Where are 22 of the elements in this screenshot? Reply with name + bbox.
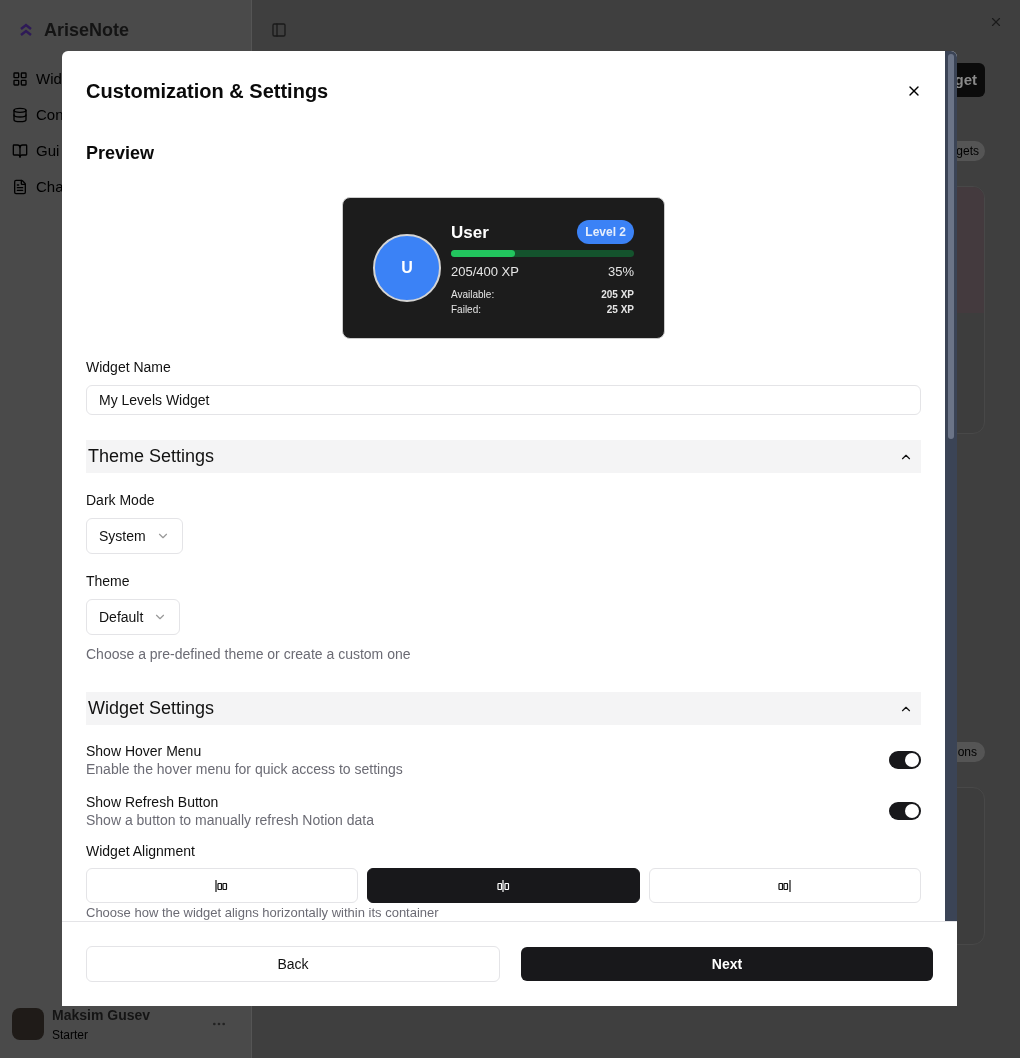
field-label: Widget Alignment <box>86 842 196 861</box>
field-label: Theme <box>86 572 131 591</box>
field-label: Dark Mode <box>86 491 156 510</box>
xp-text: 205/400 XP <box>451 263 519 281</box>
field-label: Widget Name <box>86 358 172 377</box>
user-name: User <box>451 221 489 244</box>
dialog-title: Customization & Settings <box>86 79 329 104</box>
hint-text: Choose how the widget aligns horizontally within its container <box>86 905 440 921</box>
stat-label: Failed: <box>451 302 481 317</box>
setting-description: Enable the hover menu for quick access to settings <box>86 760 403 778</box>
avatar: U <box>373 234 441 302</box>
user-plan: Starter <box>52 1026 89 1044</box>
percent-text: 35% <box>607 263 634 281</box>
setting-label: Show Hover Menu <box>86 742 203 760</box>
setting-description: Show a button to manually refresh Notion data <box>86 811 374 829</box>
hint-text: Choose a pre-defined theme or create a custom one <box>86 645 412 664</box>
level-badge: Level 2 <box>577 220 634 245</box>
stat-label: Available: <box>451 287 495 302</box>
section-heading: Preview <box>86 142 156 165</box>
stat-value: 25 XP <box>606 302 634 317</box>
stat-value: 205 XP <box>601 287 634 302</box>
setting-label: Show Refresh Button <box>86 793 220 811</box>
